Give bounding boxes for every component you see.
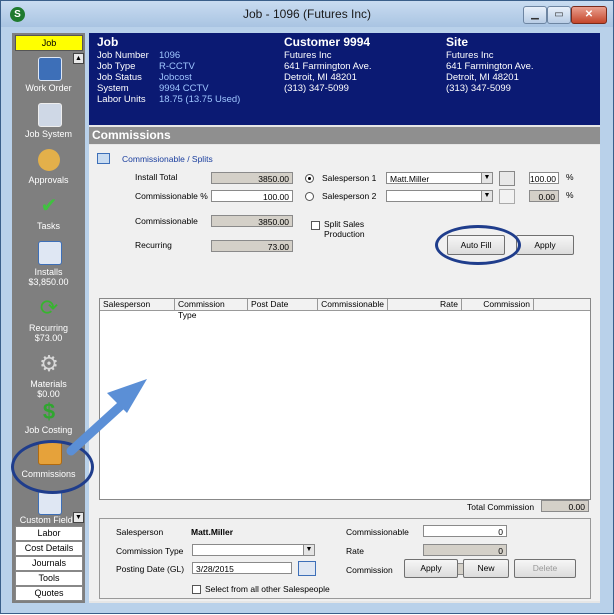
job-window: S Job - 1096 (Futures Inc) ▁ ▭ ✕ Job ▲ W…: [0, 0, 614, 614]
annotation-arrow: [66, 379, 147, 456]
